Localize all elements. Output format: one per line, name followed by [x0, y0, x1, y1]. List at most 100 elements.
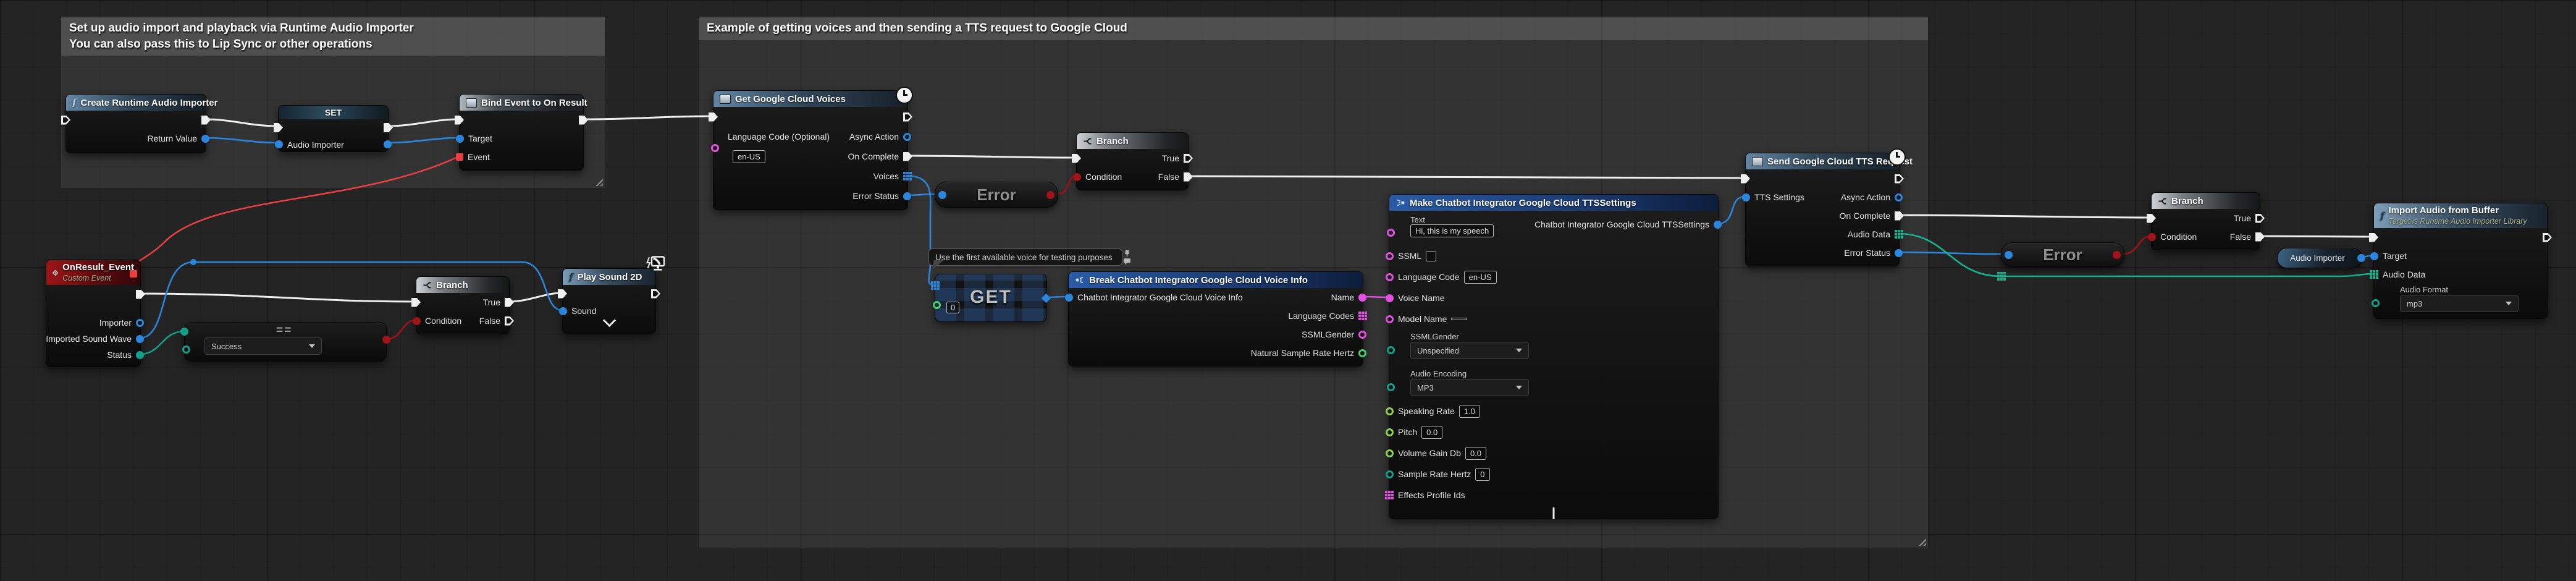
target-pin[interactable]: [2370, 252, 2378, 260]
condition-pin[interactable]: [413, 317, 421, 325]
value-out-pin[interactable]: [2357, 254, 2365, 262]
node-get-google-cloud-voices[interactable]: Get Google Cloud Voices Language Code (O…: [713, 90, 908, 210]
pitch-pin[interactable]: [1386, 428, 1394, 436]
node-bind-event-to-on-result[interactable]: Bind Event to On Result Target Event: [459, 94, 584, 171]
sound-pin[interactable]: [559, 307, 567, 315]
volume-gain-input[interactable]: 0.0: [1465, 447, 1486, 460]
error-status-pin[interactable]: [903, 192, 911, 200]
delegate-out-pin[interactable]: [130, 270, 137, 278]
exec-in-pin[interactable]: [558, 289, 567, 299]
effects-profile-array-pin[interactable]: [1385, 491, 1394, 499]
pitch-input[interactable]: 0.0: [1421, 426, 1442, 439]
condition-pin[interactable]: [2148, 233, 2156, 241]
node-get-audio-importer[interactable]: Audio Importer: [2277, 248, 2362, 268]
exec-in-pin[interactable]: [274, 123, 283, 132]
node-array-get[interactable]: GET 0: [935, 274, 1047, 322]
collapse-chevron-icon[interactable]: [1553, 507, 1555, 519]
voice-name-pin[interactable]: [1386, 294, 1394, 302]
tts-settings-pin[interactable]: [1742, 193, 1750, 201]
node-error-collapsed-1[interactable]: Error: [935, 182, 1058, 208]
natural-sample-rate-pin[interactable]: [1358, 349, 1366, 357]
exec-in-pin[interactable]: [1741, 174, 1750, 184]
node-onresult-custom-event[interactable]: OnResult_EventCustom Event Importer Impo…: [46, 260, 141, 367]
node-play-sound-2d[interactable]: f Play Sound 2D Sound: [562, 268, 656, 334]
error-in-pin[interactable]: [938, 191, 946, 199]
error-out-pin[interactable]: [2113, 251, 2121, 259]
exec-in-pin[interactable]: [709, 112, 718, 122]
language-code-pin[interactable]: [1386, 273, 1394, 281]
exec-in-pin[interactable]: [61, 116, 70, 125]
text-input[interactable]: Hi, this is my speech: [1410, 224, 1494, 237]
event-delegate-pin[interactable]: [456, 153, 463, 161]
target-pin[interactable]: [456, 135, 464, 143]
exec-in-pin[interactable]: [2147, 214, 2156, 223]
return-value-pin[interactable]: [201, 135, 209, 143]
volume-gain-pin[interactable]: [1386, 449, 1394, 457]
audio-encoding-pin[interactable]: [1387, 383, 1395, 391]
audio-format-dropdown[interactable]: mp3: [2400, 295, 2519, 312]
speaking-rate-input[interactable]: 1.0: [1459, 405, 1480, 418]
node-branch-1[interactable]: Branch True ConditionFalse: [416, 276, 510, 334]
voice-info-in-pin[interactable]: [1065, 294, 1073, 302]
language-codes-array-pin[interactable]: [1358, 312, 1367, 320]
bubble-controls[interactable]: [1123, 250, 1131, 265]
sample-rate-pin[interactable]: [1386, 470, 1394, 478]
speaking-rate-pin[interactable]: [1386, 407, 1394, 415]
equal-input-a-pin[interactable]: [180, 328, 188, 336]
node-send-tts-request[interactable]: Send Google Cloud TTS Request TTS Settin…: [1745, 153, 1900, 266]
voices-array-pin[interactable]: [903, 172, 912, 180]
status-pin[interactable]: [136, 351, 144, 359]
tts-settings-out-pin[interactable]: [1714, 221, 1722, 229]
audio-data-array-pin[interactable]: [2370, 270, 2378, 279]
comment-bubble-icon[interactable]: [1123, 258, 1131, 265]
ssml-gender-dropdown[interactable]: Unspecified: [1410, 342, 1529, 359]
name-pin[interactable]: [1358, 294, 1366, 302]
index-input[interactable]: 0: [946, 302, 959, 313]
reroute-node[interactable]: [190, 259, 196, 265]
exec-in-pin[interactable]: [1072, 154, 1081, 163]
async-action-pin[interactable]: [903, 133, 911, 141]
ssml-pin[interactable]: [1386, 252, 1394, 260]
imported-sound-wave-pin[interactable]: [136, 335, 144, 343]
node-error-collapsed-2[interactable]: Error: [2001, 242, 2124, 267]
node-import-audio-from-buffer[interactable]: f Import Audio from BufferTarget is Runt…: [2373, 203, 2548, 319]
model-name-pin[interactable]: [1386, 315, 1394, 323]
ssml-gender-pin[interactable]: [1358, 331, 1366, 339]
model-name-input[interactable]: [1451, 318, 1467, 320]
node-branch-2[interactable]: Branch True ConditionFalse: [1076, 132, 1189, 190]
audio-importer-out-pin[interactable]: [384, 140, 392, 148]
array-in-pin[interactable]: [931, 281, 940, 290]
exec-in-pin[interactable]: [2369, 233, 2378, 242]
condition-pin[interactable]: [1073, 173, 1081, 181]
error-in-pin[interactable]: [2005, 251, 2013, 259]
error-status-pin[interactable]: [1895, 249, 1903, 257]
node-branch-3[interactable]: Branch True ConditionFalse: [2151, 192, 2260, 250]
audio-encoding-dropdown[interactable]: MP3: [1410, 379, 1529, 396]
audio-format-pin[interactable]: [2372, 299, 2380, 307]
equal-input-b-pin[interactable]: [182, 346, 190, 354]
blueprint-canvas[interactable]: Set up audio import and playback via Run…: [0, 0, 2576, 581]
exec-in-pin[interactable]: [455, 116, 464, 125]
sample-rate-input[interactable]: 0: [1475, 468, 1489, 481]
ssml-gender-pin[interactable]: [1387, 346, 1395, 354]
error-out-pin[interactable]: [1046, 191, 1054, 199]
audio-data-array-pin[interactable]: [1895, 230, 1903, 239]
equal-result-pin[interactable]: [382, 336, 390, 344]
node-break-voice-info[interactable]: Break Chatbot Integrator Google Cloud Vo…: [1068, 271, 1363, 367]
node-comment-bubble[interactable]: Use the first available voice for testin…: [928, 248, 1122, 266]
exec-in-pin[interactable]: [411, 298, 421, 307]
index-pin[interactable]: [933, 301, 941, 309]
enum-value-dropdown[interactable]: Success: [204, 337, 322, 355]
node-make-tts-settings[interactable]: Make Chatbot Integrator Google Cloud TTS…: [1389, 194, 1719, 519]
importer-pin[interactable]: [136, 319, 144, 327]
node-create-runtime-audio-importer[interactable]: f Create Runtime Audio Importer Return V…: [65, 94, 206, 153]
text-pin[interactable]: [1387, 229, 1395, 237]
ssml-checkbox[interactable]: [1426, 251, 1436, 261]
pin-icon[interactable]: [1123, 250, 1131, 257]
async-action-pin[interactable]: [1895, 193, 1903, 201]
language-code-input[interactable]: en-US: [1464, 271, 1497, 284]
language-code-input[interactable]: en-US: [733, 150, 765, 163]
node-equal-enum[interactable]: == Success: [184, 322, 387, 362]
audio-importer-in-pin[interactable]: [275, 140, 283, 148]
node-set-audio-importer[interactable]: SET Audio Importer: [278, 105, 389, 152]
